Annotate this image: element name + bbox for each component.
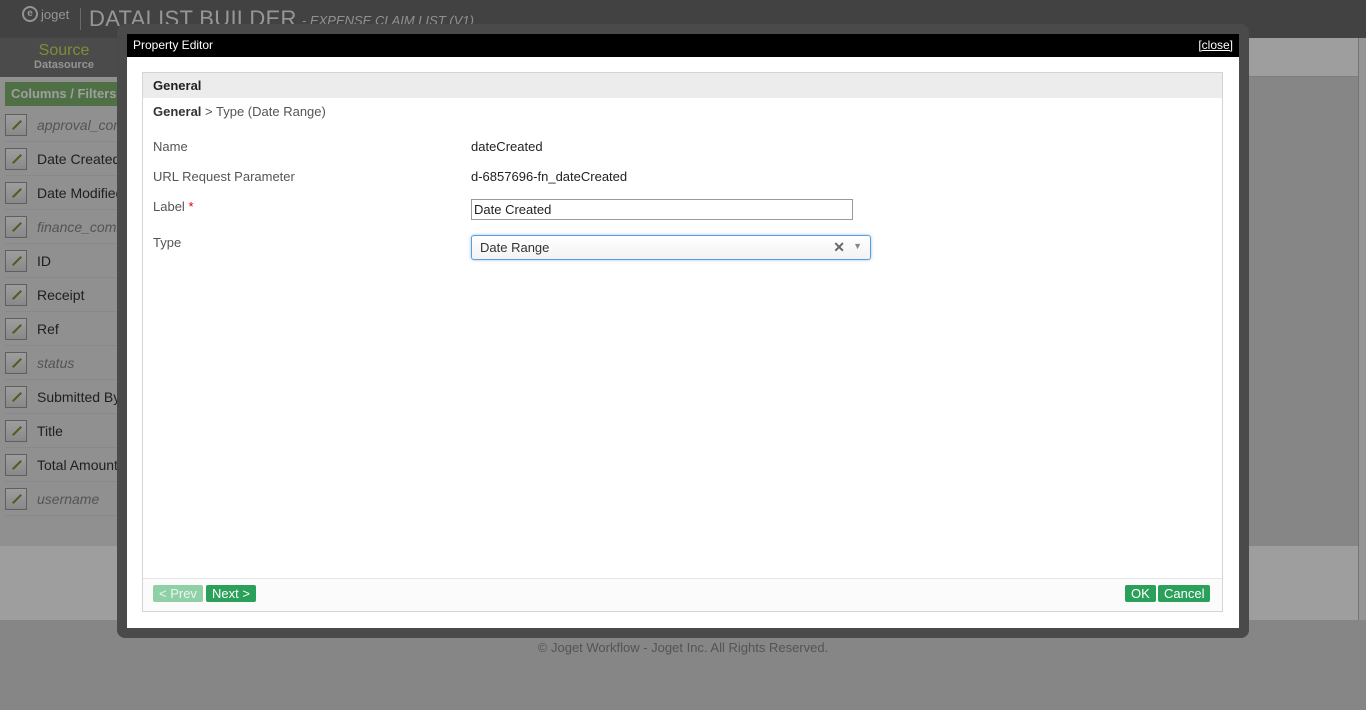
required-marker: * [188,199,194,214]
type-label: Type [153,235,182,250]
url-param-value: d-6857696-fn_dateCreated [471,169,628,184]
cancel-button[interactable]: Cancel [1158,585,1211,602]
breadcrumb: General > Type (Date Range) [153,104,326,119]
ok-button[interactable]: OK [1125,585,1156,602]
clear-icon[interactable]: ✕ [833,239,845,256]
panel-title: General [143,73,1222,98]
next-button[interactable]: Next > [206,585,256,602]
breadcrumb-current: > Type (Date Range) [201,104,326,119]
dialog-body: General General > Type (Date Range) Name… [127,57,1239,628]
type-select-value: Date Range [480,240,550,255]
label-field-text: Label [153,199,185,214]
property-editor-dialog: Property Editor [close] General General … [117,24,1249,638]
breadcrumb-root: General [153,104,202,119]
url-param-label: URL Request Parameter [153,169,295,184]
dialog-titlebar: Property Editor [close] [127,34,1239,57]
label-field-label: Label * [153,199,194,214]
property-panel: General General > Type (Date Range) Name… [142,72,1223,612]
name-value: dateCreated [471,139,543,154]
dialog-title: Property Editor [133,38,214,52]
type-select[interactable]: Date Range ✕ ▼ [471,235,871,260]
dialog-close-link[interactable]: [close] [1198,38,1233,52]
prev-button[interactable]: < Prev [153,585,203,602]
chevron-down-icon[interactable]: ▼ [853,241,862,251]
label-input[interactable] [471,199,853,220]
panel-footer: < Prev Next > OK Cancel [143,578,1222,611]
name-label: Name [153,139,188,154]
